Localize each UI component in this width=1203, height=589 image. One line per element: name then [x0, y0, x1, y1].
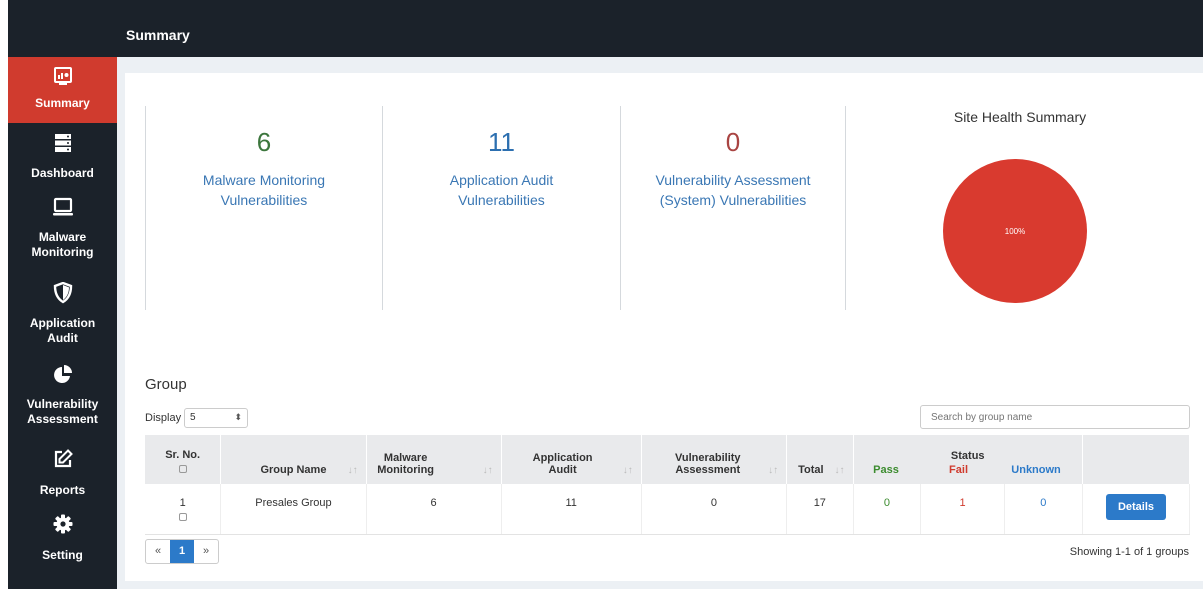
select-all-checkbox[interactable]	[178, 465, 187, 473]
pie-chart-icon	[53, 365, 72, 383]
sidebar-item-label: Dashboard	[31, 166, 94, 180]
col-vuln-label: Vulnerability Assessment	[674, 452, 741, 476]
cell-vuln: 0	[641, 484, 788, 535]
col-app-label: Application Audit	[532, 452, 593, 476]
cell-actions: Details	[1082, 484, 1191, 535]
sidebar-item-label: Reports	[39, 483, 86, 497]
col-srno: Sr. No.	[145, 435, 222, 484]
page-button-1[interactable]: 1	[170, 540, 194, 563]
cell-group-name: Presales Group	[220, 484, 367, 535]
sidebar-item-reports[interactable]: Reports	[8, 449, 117, 498]
group-search-input[interactable]	[920, 405, 1190, 429]
cell-fail: 1	[920, 484, 1005, 535]
group-table: Sr. No. Group Name ↓↑ Malware Monitoring…	[145, 435, 1191, 535]
monitor-chart-icon	[53, 67, 72, 85]
cell-unknown: 0	[1004, 484, 1083, 535]
laptop-icon	[52, 197, 73, 216]
table-row: 1 Presales Group 6 11 0 17 0 1 0 Details	[145, 484, 1191, 535]
stat-value: 6	[256, 127, 272, 157]
col-malware-monitoring[interactable]: Malware Monitoring ↓↑	[366, 435, 502, 484]
sidebar-item-label: Summary	[35, 96, 90, 110]
sidebar-item-application-audit[interactable]: Application Audit	[8, 282, 117, 346]
pagination: « 1 »	[145, 539, 219, 564]
row-number: 1	[179, 497, 186, 509]
sidebar-item-setting[interactable]: Setting	[8, 514, 117, 563]
cell-pass: 0	[853, 484, 922, 535]
edit-icon	[54, 449, 73, 468]
page-size-select[interactable]: 5 ⬍	[184, 408, 248, 428]
sidebar-item-malware-monitoring[interactable]: Malware Monitoring	[8, 197, 117, 260]
cell-malware: 6	[366, 484, 502, 535]
stat-label: Malware Monitoring Vulnerabilities	[202, 172, 326, 208]
sidebar-item-label: Vulnerability Assessment	[26, 397, 99, 426]
col-status: Status Pass Fail Unknown	[853, 435, 1083, 484]
sidebar-item-label: Setting	[42, 548, 83, 562]
sort-icon[interactable]: ↓↑	[835, 465, 845, 476]
col-unknown-label: Unknown	[1011, 464, 1061, 476]
select-arrows-icon: ⬍	[234, 412, 242, 422]
sort-icon[interactable]: ↓↑	[348, 465, 358, 476]
stat-malware-monitoring: 6 Malware Monitoring Vulnerabilities	[146, 106, 382, 310]
col-fail-label: Fail	[949, 464, 968, 476]
sidebar: Summary Dashboard Malware Monitoring App…	[8, 57, 117, 589]
col-group-name-label: Group Name	[260, 464, 327, 476]
col-pass-label: Pass	[873, 464, 899, 476]
chart-title: Site Health Summary	[953, 109, 1087, 125]
col-total-label: Total	[798, 464, 824, 476]
stat-label: Vulnerability Assessment (System) Vulner…	[655, 172, 811, 208]
group-section-title: Group	[145, 376, 187, 393]
col-malware-label: Malware Monitoring	[377, 452, 435, 476]
shield-icon	[53, 282, 72, 304]
sidebar-item-label: Application Audit	[29, 316, 96, 345]
sort-icon[interactable]: ↓↑	[623, 465, 633, 476]
col-actions	[1082, 435, 1191, 484]
col-vulnerability-assessment[interactable]: Vulnerability Assessment ↓↑	[641, 435, 788, 484]
cell-srno: 1	[145, 484, 222, 535]
pagination-summary: Showing 1-1 of 1 groups	[1069, 546, 1189, 558]
stat-vulnerability-assessment: 0 Vulnerability Assessment (System) Vuln…	[621, 106, 845, 310]
row-checkbox[interactable]	[178, 513, 187, 521]
col-srno-label: Sr. No.	[165, 449, 201, 461]
server-icon	[54, 134, 71, 152]
cell-total: 17	[786, 484, 854, 535]
top-bar: Summary	[117, 0, 1203, 57]
prev-page-button[interactable]: «	[146, 540, 170, 563]
details-button[interactable]: Details	[1105, 494, 1167, 520]
col-total[interactable]: Total ↓↑	[786, 435, 854, 484]
stat-label: Application Audit Vulnerabilities	[449, 172, 554, 208]
sort-icon[interactable]: ↓↑	[768, 465, 778, 476]
stat-application-audit: 11 Application Audit Vulnerabilities	[383, 106, 620, 310]
table-header-row: Sr. No. Group Name ↓↑ Malware Monitoring…	[145, 435, 1191, 484]
sidebar-item-label: Malware Monitoring	[31, 230, 94, 259]
divider	[845, 106, 846, 310]
cell-app: 11	[501, 484, 642, 535]
sidebar-item-summary[interactable]: Summary	[8, 57, 117, 123]
display-label: Display	[145, 412, 182, 424]
sidebar-item-vulnerability-assessment[interactable]: Vulnerability Assessment	[8, 364, 117, 427]
stat-value: 11	[488, 127, 515, 157]
pie-slice-label: 100%	[1005, 227, 1025, 236]
col-status-label: Status	[950, 450, 985, 462]
main-content: 6 Malware Monitoring Vulnerabilities 11 …	[117, 57, 1203, 589]
page-title: Summary	[126, 27, 190, 43]
gear-icon	[53, 514, 72, 534]
sort-icon[interactable]: ↓↑	[483, 465, 493, 476]
left-edge	[0, 0, 8, 589]
stat-value: 0	[725, 127, 741, 157]
summary-card: 6 Malware Monitoring Vulnerabilities 11 …	[125, 73, 1203, 581]
sidebar-item-dashboard[interactable]: Dashboard	[8, 133, 117, 181]
col-group-name[interactable]: Group Name ↓↑	[220, 435, 367, 484]
page-size-value: 5	[190, 412, 196, 423]
site-health-pie-chart: 100%	[943, 159, 1087, 303]
next-page-button[interactable]: »	[194, 540, 218, 563]
col-application-audit[interactable]: Application Audit ↓↑	[501, 435, 642, 484]
